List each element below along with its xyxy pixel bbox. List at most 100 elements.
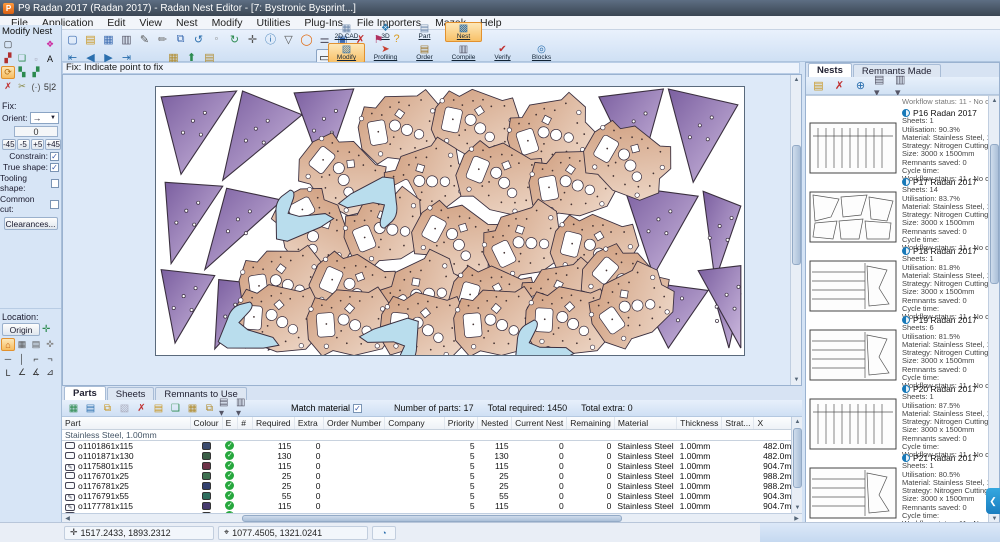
view-list-icon[interactable]: ▤ ▾ bbox=[873, 78, 890, 94]
checkbox-constrain[interactable]: ✓ bbox=[50, 152, 59, 161]
view-b-icon[interactable]: ▥ ▾ bbox=[236, 401, 251, 415]
clearances-button[interactable]: Clearances... bbox=[4, 217, 58, 230]
checkbox-trueshape[interactable]: ✓ bbox=[50, 163, 59, 172]
swap-tool[interactable]: 5|2 bbox=[43, 80, 57, 93]
corner1-tool[interactable]: ⌐ bbox=[29, 352, 43, 365]
save-icon[interactable]: ▦ bbox=[100, 31, 117, 47]
nest-list[interactable]: Workflow status: 11 - No cutt... P16 Rad… bbox=[806, 95, 999, 523]
pair-tool[interactable]: ▞ bbox=[1, 52, 15, 65]
checkbox-commoncut[interactable] bbox=[50, 200, 59, 209]
angle3-tool[interactable]: ⊿ bbox=[43, 366, 57, 379]
undo-icon[interactable]: ↺ bbox=[190, 31, 207, 47]
mode-3d-button[interactable]: ❖3D bbox=[367, 22, 404, 42]
column-header-part[interactable]: Part bbox=[62, 417, 190, 429]
table-row[interactable]: o1101861x115✓1150511500Stainless Steel1.… bbox=[62, 440, 802, 451]
parts-table[interactable]: PartColourE#RequiredExtraOrder NumberCom… bbox=[62, 417, 802, 513]
column-header-extra[interactable]: Extra bbox=[294, 417, 323, 429]
snap-icon[interactable]: ✛ bbox=[244, 31, 261, 47]
nest-canvas[interactable]: ▲ ▼ bbox=[62, 74, 802, 386]
column-header-order-number[interactable]: Order Number bbox=[323, 417, 384, 429]
table-row[interactable]: o1176701x25✓25052500Stainless Steel1.00m… bbox=[62, 471, 802, 481]
hline-tool[interactable]: ─ bbox=[1, 352, 15, 365]
angle1-tool[interactable]: ∠ bbox=[15, 366, 29, 379]
unnest-tool[interactable]: ✂ bbox=[15, 80, 29, 93]
nest-list-item[interactable]: P20 Radan 2017Sheets: 1Utilisation: 87.5… bbox=[806, 384, 999, 453]
canvas-vertical-scrollbar[interactable]: ▲ ▼ bbox=[790, 75, 801, 385]
free-snap-tool[interactable]: ✜ bbox=[43, 338, 57, 351]
nest-list-item[interactable]: P16 Radan 2017Sheets: 1Utilisation: 90.3… bbox=[806, 108, 999, 177]
mode-part-button[interactable]: ▤Part bbox=[406, 22, 443, 42]
column-header-remaining[interactable]: Remaining bbox=[567, 417, 615, 429]
dot-icon[interactable]: ◦ bbox=[208, 31, 225, 47]
mode-nest-button[interactable]: ▩Nest bbox=[445, 22, 482, 42]
mode-order-button[interactable]: ▤Order bbox=[406, 43, 443, 63]
grid-snap-tool[interactable]: ▦ bbox=[15, 338, 29, 351]
zone-icon[interactable]: ◯ bbox=[298, 31, 315, 47]
tab-nests[interactable]: Nests bbox=[808, 63, 852, 77]
scroll-up-icon[interactable]: ▲ bbox=[989, 96, 999, 106]
mode-verify-button[interactable]: ✔Verify bbox=[484, 43, 521, 63]
table-row[interactable]: ✎o1177781x115✓1150511500Stainless Steel1… bbox=[62, 501, 802, 511]
checkbox-toolingshape[interactable] bbox=[51, 179, 59, 188]
mode-profiling-button[interactable]: ➤Profiling bbox=[367, 43, 404, 63]
grid-part-icon[interactable]: ▦ bbox=[185, 401, 200, 415]
vline-tool[interactable]: │ bbox=[15, 352, 29, 365]
angle-step-button-minus45[interactable]: -45 bbox=[2, 139, 16, 150]
origin-snap-icon[interactable]: ✛ bbox=[42, 324, 50, 335]
nest-list-item[interactable]: P17 Radan 2017Sheets: 14Utilisation: 83.… bbox=[806, 177, 999, 246]
rotate-tool[interactable]: (·) bbox=[29, 80, 43, 93]
corner2-tool[interactable]: ¬ bbox=[43, 352, 57, 365]
delete-nest-icon[interactable]: ✗ bbox=[831, 78, 848, 94]
nest-vertical-scrollbar[interactable]: ▲ ▼ bbox=[988, 96, 999, 523]
tab-parts[interactable]: Parts bbox=[64, 386, 106, 400]
orient-tool[interactable]: ⟳ bbox=[1, 66, 15, 79]
grid2-snap-tool[interactable]: ▤ bbox=[29, 338, 43, 351]
refresh-icon[interactable]: ↻ bbox=[226, 31, 243, 47]
tab-sheets[interactable]: Sheets bbox=[107, 387, 155, 400]
origin-button[interactable]: Origin bbox=[2, 323, 40, 336]
nest-list-item[interactable]: P19 Radan 2017Sheets: 6Utilisation: 81.5… bbox=[806, 315, 999, 384]
menu-item-utilities[interactable]: Utilities bbox=[250, 17, 298, 29]
filter-icon[interactable]: ▽ bbox=[280, 31, 297, 47]
column-header-required[interactable]: Required bbox=[253, 417, 295, 429]
delete-part-icon[interactable]: ✗ bbox=[134, 401, 149, 415]
draw-icon[interactable]: ✎ bbox=[136, 31, 153, 47]
nest-list-item[interactable]: P18 Radan 2017Sheets: 1Utilisation: 81.8… bbox=[806, 246, 999, 315]
bump-tool[interactable]: ▞ bbox=[29, 66, 43, 79]
green-part-tool[interactable]: ❑ bbox=[15, 52, 29, 65]
match-material-checkbox[interactable]: ✓ bbox=[353, 404, 362, 413]
scroll-down-icon[interactable]: ▼ bbox=[791, 375, 802, 385]
menu-item-view[interactable]: View bbox=[132, 17, 169, 29]
text-tool[interactable]: A bbox=[43, 52, 57, 65]
open-nest-icon[interactable]: ▤ bbox=[810, 78, 827, 94]
table-row[interactable]: o1176781x25✓25052500Stainless Steel1.00m… bbox=[62, 481, 802, 491]
green-cube-icon[interactable]: ❑ bbox=[168, 401, 183, 415]
ghost-part-icon[interactable]: ▧ bbox=[117, 401, 132, 415]
table-vertical-scrollbar[interactable]: ▲ ▼ bbox=[791, 417, 802, 513]
scroll-up-icon[interactable]: ▲ bbox=[791, 75, 802, 85]
add-part-icon[interactable]: ▦ bbox=[66, 401, 81, 415]
angle-step-button-plus45[interactable]: +45 bbox=[45, 139, 61, 150]
angle-step-button-plus5[interactable]: +5 bbox=[31, 139, 44, 150]
column-header-colour[interactable]: Colour bbox=[190, 417, 222, 429]
mode-2dcad-button[interactable]: ▦2D CAD bbox=[328, 22, 365, 42]
scroll-up-icon[interactable]: ▲ bbox=[792, 417, 802, 427]
column-header-priority[interactable]: Priority bbox=[444, 417, 477, 429]
angle2-tool[interactable]: ∡ bbox=[29, 366, 43, 379]
table-row[interactable]: ✎o1175801x115✓1150511500Stainless Steel1… bbox=[62, 461, 802, 471]
print-icon[interactable]: ▥ bbox=[118, 31, 135, 47]
mode-compile-button[interactable]: ▥Compile bbox=[445, 43, 482, 63]
window-titlebar[interactable]: P P9 Radan 2017 (Radan 2017) - Radan Nes… bbox=[0, 0, 1000, 16]
material-group-row[interactable]: Stainless Steel, 1.00mm bbox=[62, 429, 802, 440]
column-header-current-nest[interactable]: Current Nest bbox=[512, 417, 567, 429]
mode-modify-button[interactable]: ▨Modify bbox=[328, 43, 365, 63]
copy-part-icon[interactable]: ⧉ bbox=[100, 401, 115, 415]
select-tool[interactable]: ▢ bbox=[1, 38, 15, 51]
new-icon[interactable]: ▢ bbox=[64, 31, 81, 47]
pen-icon[interactable]: ✏ bbox=[154, 31, 171, 47]
column-header-e[interactable]: E bbox=[222, 417, 238, 429]
table-row[interactable]: o1101871x130✓1300513000Stainless Steel1.… bbox=[62, 451, 802, 461]
menu-item-edit[interactable]: Edit bbox=[100, 17, 132, 29]
seq-tool[interactable]: ▚ bbox=[15, 66, 29, 79]
home-snap-tool[interactable]: ⌂ bbox=[1, 338, 15, 351]
